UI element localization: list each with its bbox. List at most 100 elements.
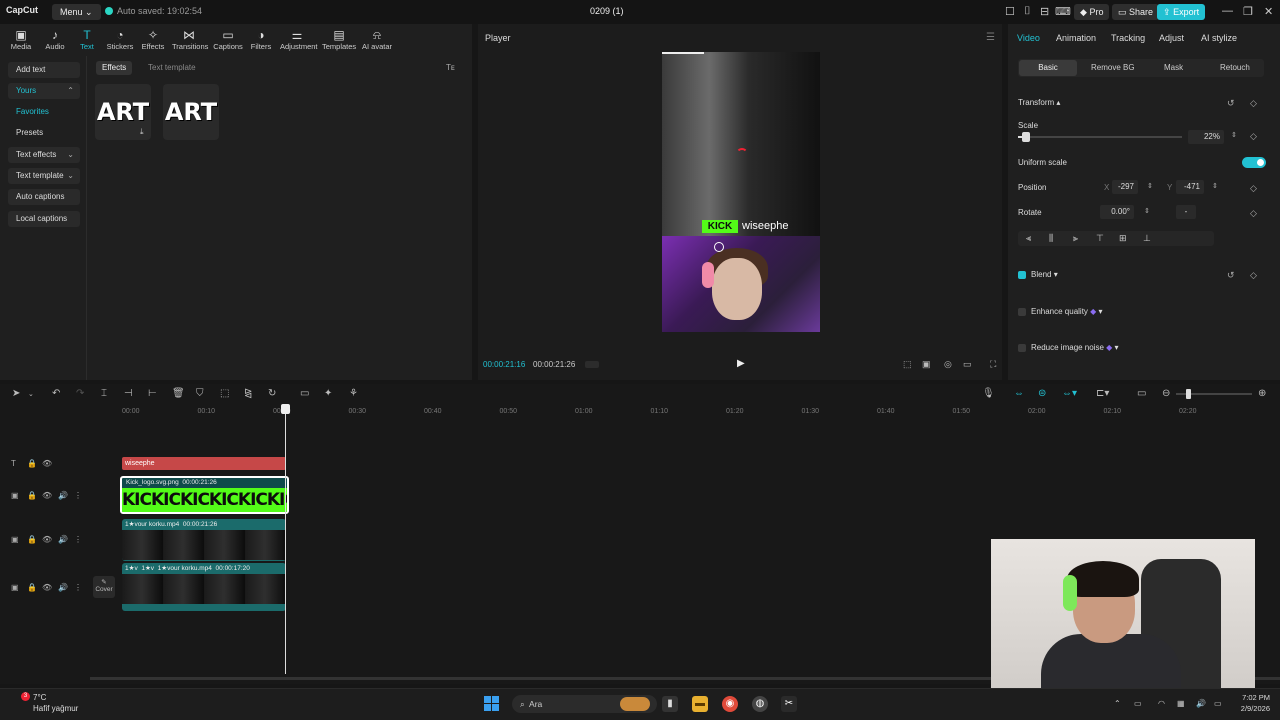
rotate-handle-icon[interactable] [714, 242, 724, 252]
tool-stickers[interactable]: ◔ Stickers [103, 28, 137, 51]
eye-icon[interactable]: 👁 [42, 583, 52, 592]
timecode-toggle[interactable] [585, 361, 599, 368]
mirror-icon[interactable]: ⧎ [244, 388, 252, 399]
overlay-text[interactable]: wiseephe [742, 220, 788, 232]
stack-icon[interactable]: ⊟ [1040, 5, 1049, 18]
tool-audio[interactable]: ♪ Audio [38, 28, 72, 51]
reset-icon[interactable]: ↺ [1227, 98, 1235, 109]
more-icon[interactable]: ⋮ [74, 535, 82, 544]
crop-icon[interactable]: ⬚ [220, 388, 229, 399]
tool-ai-avatar[interactable]: ⍾ AI avatar [360, 28, 394, 51]
caption-icon[interactable]: ▭ [1137, 388, 1146, 399]
enhance-checkbox[interactable] [1018, 308, 1026, 316]
share-button[interactable]: ▭ Share [1112, 4, 1160, 20]
tool-adjustment[interactable]: ⚌ Adjustment [280, 28, 318, 51]
text-clip[interactable]: wiseephe [122, 457, 286, 470]
reset-icon[interactable]: ↺ [1227, 270, 1235, 281]
more-icon[interactable]: ⋮ [74, 491, 82, 500]
minimize-icon[interactable]: — [1222, 5, 1233, 17]
blend-section[interactable]: Blend ▾ [1031, 270, 1058, 279]
hamburger-icon[interactable]: ☰ [986, 32, 995, 43]
select-cursor-icon[interactable]: ➤ [12, 388, 20, 399]
zoom-out-icon[interactable]: ⊖ [1162, 388, 1170, 399]
auto-reframe-icon[interactable]: ⚘ [349, 388, 358, 399]
audio-icon[interactable]: 🔊 [58, 491, 68, 500]
scale-value-input[interactable]: 22% [1188, 130, 1224, 144]
volume-icon[interactable]: 🔊 [1196, 699, 1206, 708]
eye-icon[interactable]: 👁 [42, 491, 52, 500]
fit-icon[interactable]: ▣ [922, 359, 931, 370]
playhead[interactable] [285, 404, 286, 674]
tab-adjust[interactable]: Adjust [1159, 33, 1184, 43]
video-clip[interactable]: 1★vour korku.mp4 00:00:21:26 [122, 519, 286, 561]
blend-checkbox[interactable] [1018, 271, 1026, 279]
snapshot-icon[interactable]: ◎ [944, 359, 952, 370]
filter-icon[interactable]: Tᴇ [446, 63, 455, 72]
subtab-remove-bg[interactable]: Remove BG [1091, 63, 1135, 72]
stepper-icon[interactable]: ⇕ [1212, 182, 1218, 190]
more-icon[interactable]: ⋮ [74, 583, 82, 592]
keyframe-icon[interactable]: ◇ [1250, 208, 1257, 219]
tool-captions[interactable]: ▭ Captions [211, 28, 245, 51]
tool-templates[interactable]: ▤ Templates [322, 28, 356, 51]
pos-x-input[interactable]: -297 [1112, 180, 1138, 194]
text-template-item[interactable]: Text template ⌄ [8, 168, 80, 184]
tab-ai-stylize[interactable]: AI stylize [1201, 33, 1237, 43]
art-effect-card[interactable]: ART [163, 84, 219, 140]
pro-button[interactable]: ◆ Pro [1074, 4, 1110, 20]
download-icon[interactable]: ⤓ [140, 127, 144, 137]
export-button[interactable]: ⇪ Export [1157, 4, 1206, 20]
scale-slider-handle[interactable] [1022, 132, 1030, 142]
audio-icon[interactable]: 🔊 [58, 583, 68, 592]
subtab-basic[interactable]: Basic [1019, 60, 1077, 76]
split-icon[interactable]: ⌶ [101, 388, 107, 399]
tab-video[interactable]: Video [1017, 33, 1040, 43]
tool-media[interactable]: ▣ Media [4, 28, 38, 51]
chrome-icon[interactable]: ◉ [722, 696, 738, 712]
delete-icon[interactable]: 🗑 [172, 388, 185, 399]
maximize-icon[interactable]: ❐ [1243, 5, 1253, 18]
playhead-handle[interactable] [281, 404, 290, 414]
uniform-scale-toggle[interactable] [1242, 157, 1266, 168]
pos-y-input[interactable]: -471 [1176, 180, 1204, 194]
transform-header[interactable]: Transform ▴ [1018, 98, 1060, 107]
screen-icon[interactable]: ▭ [300, 388, 309, 399]
reduce-noise-checkbox[interactable] [1018, 344, 1026, 352]
obs-icon[interactable]: ◍ [752, 696, 768, 712]
lock-icon[interactable]: 🔒 [27, 583, 37, 592]
menu-button[interactable]: Menu ⌄ [52, 4, 101, 20]
enhance-section[interactable]: Enhance quality ◆ ▾ [1031, 307, 1103, 316]
magic-icon[interactable]: ✦ [324, 388, 332, 399]
preview-axis-icon[interactable]: ⊏▾ [1096, 388, 1109, 399]
keyframe-icon[interactable]: ◇ [1250, 131, 1257, 142]
task-view-icon[interactable]: ▮ [662, 696, 678, 712]
text-effects-item[interactable]: Text effects ⌄ [8, 147, 80, 163]
keyframe-icon[interactable]: ◇ [1250, 270, 1257, 281]
stepper-icon[interactable]: ⇕ [1144, 207, 1150, 215]
weather-widget[interactable]: 7°C Hafif yağmur [33, 692, 78, 714]
scale-slider[interactable] [1018, 136, 1182, 138]
redo-icon[interactable]: ↷ [76, 388, 84, 399]
split-right-icon[interactable]: ⊢ [148, 388, 157, 399]
play-button[interactable]: ▶ [737, 358, 745, 369]
panel-icon[interactable]: ⌷ [1024, 5, 1031, 18]
lock-icon[interactable]: 🔒 [27, 535, 37, 544]
subtab-retouch[interactable]: Retouch [1220, 63, 1250, 72]
fullscreen-icon[interactable]: ⛶ [990, 359, 996, 370]
add-text-button[interactable]: Add text [8, 62, 80, 78]
shield-icon[interactable]: ⛉ [196, 388, 204, 399]
split-left-icon[interactable]: ⊣ [124, 388, 133, 399]
ratio-icon[interactable]: ▭ [963, 359, 972, 370]
tool-filters[interactable]: ◑ Filters [244, 28, 278, 51]
favorites-item[interactable]: Favorites [8, 104, 80, 120]
kick-logo-clip[interactable]: Kick_logo.svg.png 00:00:21:26 KICKICKICK… [120, 476, 289, 514]
keyframe-icon[interactable]: ◇ [1250, 98, 1257, 109]
tab-tracking[interactable]: Tracking [1111, 33, 1145, 43]
reduce-noise-section[interactable]: Reduce image noise ◆ ▾ [1031, 343, 1119, 352]
rotate-extra-input[interactable]: - [1176, 205, 1196, 219]
undo-icon[interactable]: ↶ [52, 388, 60, 399]
yours-dropdown[interactable]: Yours ⌃ [8, 83, 80, 99]
rotate-icon[interactable]: ↻ [268, 388, 276, 399]
kick-logo-overlay[interactable]: KICK [702, 220, 738, 233]
align-right-icon[interactable]: ⫸ [1073, 233, 1078, 244]
